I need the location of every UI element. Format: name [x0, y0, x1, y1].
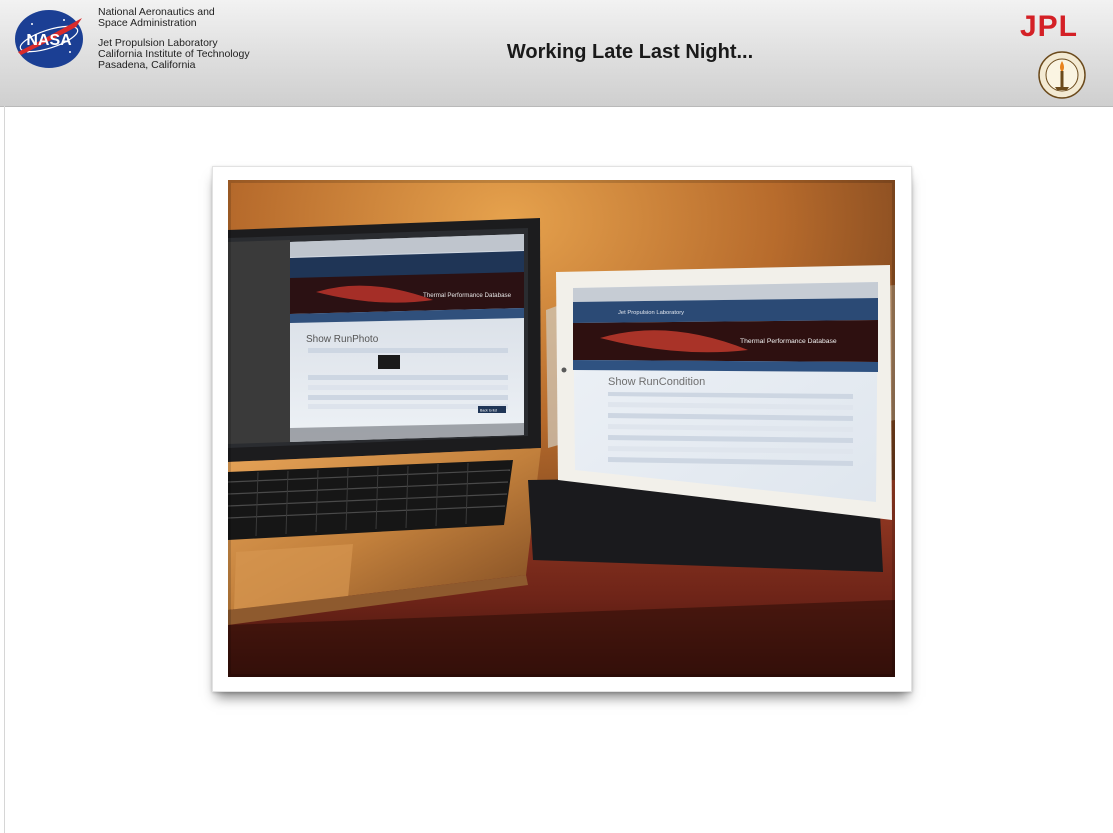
slide-left-border [4, 106, 5, 833]
laptop-back-button-label: Back to list [480, 409, 497, 413]
slide-title: Working Late Last Night... [506, 41, 754, 63]
slide-header: NASA National Aeronautics and Space Admi… [0, 0, 1113, 107]
nasa-logo-icon: NASA [15, 10, 83, 68]
laptop-page-heading: Show RunPhoto [306, 334, 379, 345]
late-night-photo: Thermal Performance Database Show RunPho… [228, 180, 895, 677]
laptop-banner-text: Thermal Performance Database [423, 292, 512, 299]
organization-info: National Aeronautics and Space Administr… [98, 7, 250, 71]
tablet-page-heading: Show RunCondition [608, 376, 705, 388]
location: Pasadena, California [98, 59, 196, 71]
jpl-logo-icon: JPL [1020, 10, 1078, 40]
org-name-line2: Space Administration [98, 17, 197, 29]
tablet-lab-name: Jet Propulsion Laboratory [618, 310, 684, 316]
tablet-banner-text: Thermal Performance Database [740, 338, 837, 345]
jpl-wordmark: JPL [1020, 10, 1078, 40]
caltech-seal-icon [1038, 51, 1086, 99]
nasa-wordmark: NASA [26, 32, 72, 49]
